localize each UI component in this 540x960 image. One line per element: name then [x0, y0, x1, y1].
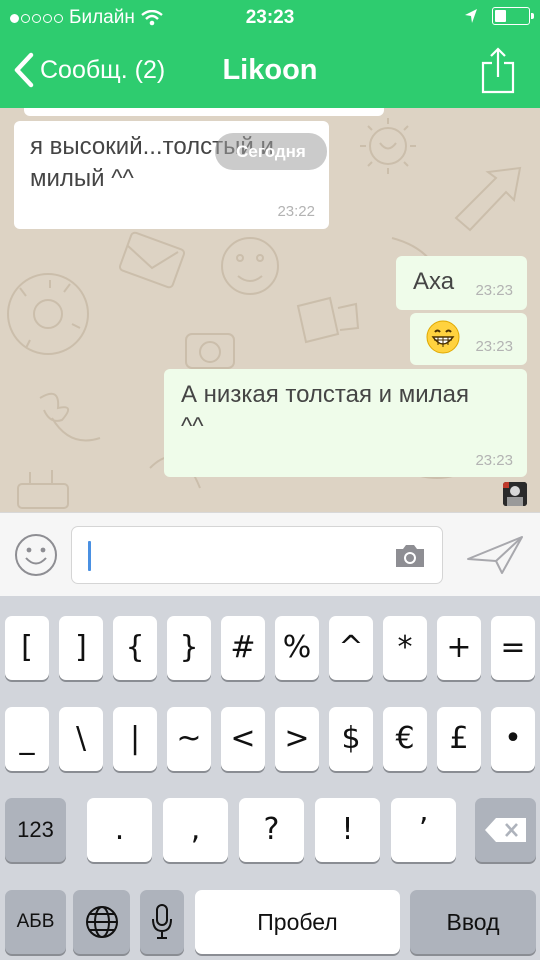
key-dictation[interactable]: [140, 890, 184, 954]
key-symbol[interactable]: [: [5, 616, 49, 680]
key-label: !: [341, 812, 354, 847]
key-label: {: [125, 630, 145, 665]
message-outgoing[interactable]: Аха 23:23: [396, 256, 527, 310]
message-text: Аха: [413, 268, 455, 295]
key-label: _: [19, 721, 35, 756]
input-bar: [0, 512, 540, 596]
keyboard: 123 АБВ Пробел Ввод [] {} #% ^ * + = _ \ | ~ < > $ € £ •…: [0, 596, 540, 960]
message-time: 23:23: [475, 282, 513, 299]
key-symbol[interactable]: •: [491, 707, 535, 771]
key-symbol[interactable]: +: [437, 616, 481, 680]
key-label: %: [282, 630, 312, 665]
avatar[interactable]: [503, 482, 527, 506]
key-symbol[interactable]: ^: [329, 616, 373, 680]
grinning-face-emoji: [426, 320, 460, 354]
key-symbol[interactable]: %: [275, 616, 319, 680]
backspace-icon: [484, 818, 526, 842]
globe-icon: [85, 906, 118, 938]
key-label: ]: [75, 630, 87, 665]
battery-icon: [492, 7, 534, 25]
key-space[interactable]: Пробел: [195, 890, 400, 954]
message-text: А низкая толстая и милая ^^: [181, 379, 521, 443]
key-symbol[interactable]: £: [437, 707, 481, 771]
message-outgoing[interactable]: А низкая толстая и милая ^^ 23:23: [164, 369, 527, 477]
message-time: 23:23: [475, 338, 513, 355]
share-icon[interactable]: [480, 46, 516, 94]
key-delete[interactable]: [475, 798, 536, 862]
message-outgoing[interactable]: 23:23: [410, 313, 527, 365]
status-right: [464, 7, 534, 25]
key-symbol[interactable]: }: [167, 616, 211, 680]
key-symbol[interactable]: <: [221, 707, 265, 771]
status-time: 23:23: [245, 7, 295, 28]
key-label: #: [230, 630, 256, 665]
key-symbol[interactable]: ?: [239, 798, 304, 862]
microphone-icon: [152, 904, 172, 939]
key-label: €: [395, 721, 415, 756]
key-symbol[interactable]: #: [221, 616, 265, 680]
key-label: ^: [338, 630, 364, 665]
key-label: Ввод: [446, 909, 500, 935]
key-label: •: [504, 721, 522, 756]
header: Билайн 23:23 Сообщ. (2) Likoon: [0, 0, 540, 108]
key-return[interactable]: Ввод: [410, 890, 536, 954]
key-label: ~: [176, 721, 202, 756]
key-symbol[interactable]: ]: [59, 616, 103, 680]
chat-title[interactable]: Likoon: [0, 54, 540, 87]
key-label: ,: [190, 812, 201, 847]
key-language[interactable]: АБВ: [5, 890, 66, 954]
message-input[interactable]: [71, 526, 443, 584]
message-time: 23:23: [475, 452, 513, 469]
key-label: ?: [263, 812, 280, 847]
message-line: ^^: [181, 413, 204, 440]
key-symbol[interactable]: ~: [167, 707, 211, 771]
message-time: 23:22: [277, 203, 315, 220]
key-symbol[interactable]: !: [315, 798, 380, 862]
previous-message-edge: [24, 108, 384, 116]
key-label: *: [397, 630, 413, 665]
key-symbol[interactable]: _: [5, 707, 49, 771]
key-label: [: [21, 630, 33, 665]
key-symbol[interactable]: {: [113, 616, 157, 680]
key-symbol[interactable]: .: [87, 798, 152, 862]
key-label: .: [114, 812, 125, 847]
key-symbol[interactable]: ,: [163, 798, 228, 862]
key-globe[interactable]: [73, 890, 130, 954]
key-symbol[interactable]: >: [275, 707, 319, 771]
key-symbol[interactable]: $: [329, 707, 373, 771]
chat-title-text: Likoon: [222, 54, 318, 86]
key-label: Пробел: [257, 909, 338, 935]
status-bar: Билайн 23:23: [0, 0, 540, 36]
key-label: $: [341, 721, 361, 756]
key-label: }: [179, 630, 199, 665]
location-arrow-icon: [465, 9, 477, 23]
text-caret: [88, 541, 91, 571]
key-label: \: [75, 721, 87, 756]
key-mode-switch[interactable]: 123: [5, 798, 66, 862]
avatar-image: [503, 482, 527, 506]
key-symbol[interactable]: ’: [391, 798, 456, 862]
key-label: <: [230, 721, 256, 756]
key-label: |: [129, 721, 141, 756]
key-symbol[interactable]: *: [383, 616, 427, 680]
key-label: АБВ: [16, 911, 55, 932]
key-label: ’: [418, 812, 429, 847]
message-line: А низкая толстая и милая: [181, 381, 469, 408]
camera-icon[interactable]: [394, 543, 426, 569]
key-symbol[interactable]: €: [383, 707, 427, 771]
smiley-icon[interactable]: [14, 533, 58, 577]
send-icon[interactable]: [466, 535, 524, 575]
key-label: 123: [17, 817, 54, 842]
key-label: +: [446, 630, 472, 665]
date-pill: Сегодня: [215, 133, 327, 170]
chat-area[interactable]: я высокий...толстый и милый ^^ 23:22 Сег…: [0, 108, 540, 512]
key-label: =: [500, 630, 526, 665]
key-symbol[interactable]: =: [491, 616, 535, 680]
key-symbol[interactable]: |: [113, 707, 157, 771]
key-label: >: [284, 721, 310, 756]
battery-level: [495, 10, 506, 22]
key-label: £: [449, 721, 469, 756]
key-symbol[interactable]: \: [59, 707, 103, 771]
nav-bar: Сообщ. (2) Likoon: [0, 40, 540, 104]
